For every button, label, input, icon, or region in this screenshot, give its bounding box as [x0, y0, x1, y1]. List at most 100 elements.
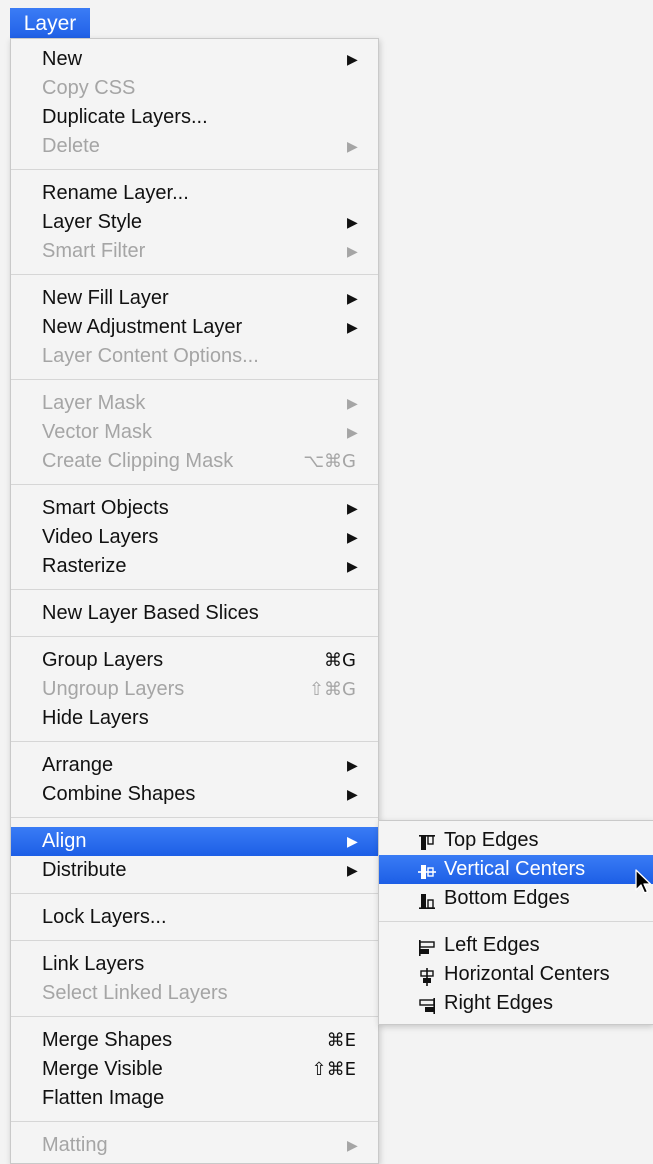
- menu-separator: [11, 817, 378, 818]
- menu-item-layer-mask: Layer Mask ▶: [11, 389, 378, 418]
- menu-item-label: Layer Content Options...: [42, 345, 259, 367]
- submenu-arrow-icon: ▶: [347, 558, 358, 574]
- menu-separator: [11, 893, 378, 894]
- menu-item-label: Merge Shapes: [42, 1029, 173, 1051]
- keyboard-shortcut: ⇧⌘E: [311, 1059, 356, 1080]
- keyboard-shortcut: ⌘E: [326, 1030, 356, 1051]
- menu-item-layer-style[interactable]: Layer Style ▶: [11, 208, 378, 237]
- align-vertical-centers-icon: [417, 861, 437, 879]
- menu-item-label: Select Linked Layers: [42, 982, 228, 1004]
- menu-item-label: Smart Filter: [42, 240, 146, 262]
- align-item-label: Right Edges: [444, 992, 553, 1014]
- menu-item-label: New: [42, 48, 83, 70]
- menu-separator: [11, 484, 378, 485]
- align-item-label: Bottom Edges: [444, 887, 570, 909]
- menu-item-smart-objects[interactable]: Smart Objects ▶: [11, 494, 378, 523]
- menu-item-new-fill-layer[interactable]: New Fill Layer ▶: [11, 284, 378, 313]
- menu-item-label: Lock Layers...: [42, 906, 167, 928]
- menu-item-combine-shapes[interactable]: Combine Shapes ▶: [11, 780, 378, 809]
- menu-item-label: Create Clipping Mask: [42, 450, 234, 472]
- menu-item-label: Copy CSS: [42, 77, 136, 99]
- menu-item-copy-css: Copy CSS: [11, 74, 378, 103]
- align-item-label: Top Edges: [444, 829, 539, 851]
- menu-item-rename-layer[interactable]: Rename Layer...: [11, 179, 378, 208]
- menu-item-arrange[interactable]: Arrange ▶: [11, 751, 378, 780]
- align-item-horizontal-centers[interactable]: Horizontal Centers: [379, 960, 653, 989]
- align-bottom-edges-icon: [417, 890, 437, 909]
- menu-item-matting: Matting ▶: [11, 1131, 378, 1160]
- submenu-arrow-icon: ▶: [347, 862, 358, 878]
- align-item-top-edges[interactable]: Top Edges: [379, 826, 653, 855]
- menu-item-label: Rename Layer...: [42, 182, 189, 204]
- align-horizontal-centers-icon: [417, 966, 437, 986]
- menu-item-label: Flatten Image: [42, 1087, 165, 1109]
- menu-item-label: New Adjustment Layer: [42, 316, 243, 338]
- menu-item-merge-shapes[interactable]: Merge Shapes ⌘E: [11, 1026, 378, 1055]
- menu-item-label: New Fill Layer: [42, 287, 169, 309]
- menu-item-video-layers[interactable]: Video Layers ▶: [11, 523, 378, 552]
- submenu-arrow-icon: ▶: [347, 138, 358, 154]
- menu-separator: [11, 169, 378, 170]
- menu-item-label: Delete: [42, 135, 100, 157]
- menu-item-vector-mask: Vector Mask ▶: [11, 418, 378, 447]
- submenu-arrow-icon: ▶: [347, 500, 358, 516]
- menu-item-lock-layers[interactable]: Lock Layers...: [11, 903, 378, 932]
- menu-item-link-layers[interactable]: Link Layers: [11, 950, 378, 979]
- menu-separator: [11, 636, 378, 637]
- align-item-label: Horizontal Centers: [444, 963, 610, 985]
- submenu-arrow-icon: ▶: [347, 757, 358, 773]
- menu-separator: [11, 274, 378, 275]
- align-item-bottom-edges[interactable]: Bottom Edges: [379, 884, 653, 913]
- menu-item-group-layers[interactable]: Group Layers ⌘G: [11, 646, 378, 675]
- submenu-arrow-icon: ▶: [347, 395, 358, 411]
- align-top-edges-icon: [417, 832, 437, 850]
- menu-separator: [11, 589, 378, 590]
- menu-item-new[interactable]: New ▶: [11, 45, 378, 74]
- menu-item-label: Distribute: [42, 859, 127, 881]
- menu-item-label: Hide Layers: [42, 707, 149, 729]
- menu-item-layer-content-options: Layer Content Options...: [11, 342, 378, 371]
- menu-item-merge-visible[interactable]: Merge Visible ⇧⌘E: [11, 1055, 378, 1084]
- align-item-label: Left Edges: [444, 934, 540, 956]
- menu-item-create-clipping-mask: Create Clipping Mask ⌥⌘G: [11, 447, 378, 476]
- align-item-right-edges[interactable]: Right Edges: [379, 989, 653, 1018]
- submenu-arrow-icon: ▶: [347, 214, 358, 230]
- menu-item-label: Arrange: [42, 754, 114, 776]
- menu-item-label: Merge Visible: [42, 1058, 163, 1080]
- menu-item-flatten-image[interactable]: Flatten Image: [11, 1084, 378, 1113]
- menu-item-label: Group Layers: [42, 649, 164, 671]
- menu-item-align[interactable]: Align ▶: [11, 827, 378, 856]
- menu-separator: [11, 1121, 378, 1122]
- menu-item-label: Link Layers: [42, 953, 145, 975]
- menu-item-new-adjustment-layer[interactable]: New Adjustment Layer ▶: [11, 313, 378, 342]
- menu-item-new-layer-based-slices[interactable]: New Layer Based Slices: [11, 599, 378, 628]
- menu-item-label: Combine Shapes: [42, 783, 196, 805]
- menu-item-label: Layer Style: [42, 211, 143, 233]
- align-item-left-edges[interactable]: Left Edges: [379, 931, 653, 960]
- submenu-separator: [379, 921, 653, 922]
- menu-item-label: Smart Objects: [42, 497, 169, 519]
- keyboard-shortcut: ⇧⌘G: [308, 679, 356, 700]
- align-item-label: Vertical Centers: [444, 858, 586, 880]
- menu-item-label: Vector Mask: [42, 421, 153, 443]
- submenu-arrow-icon: ▶: [347, 1137, 358, 1153]
- layer-menu: New ▶ Copy CSS Duplicate Layers... Delete ▶ Re…: [10, 38, 379, 1164]
- menu-item-hide-layers[interactable]: Hide Layers: [11, 704, 378, 733]
- align-left-edges-icon: [417, 937, 437, 956]
- submenu-arrow-icon: ▶: [347, 424, 358, 440]
- keyboard-shortcut: ⌘G: [324, 650, 356, 671]
- submenu-arrow-icon: ▶: [347, 833, 358, 849]
- menu-item-label: Video Layers: [42, 526, 159, 548]
- menu-item-duplicate-layers[interactable]: Duplicate Layers...: [11, 103, 378, 132]
- menu-item-distribute[interactable]: Distribute ▶: [11, 856, 378, 885]
- menu-separator: [11, 741, 378, 742]
- layer-menu-title[interactable]: Layer: [10, 8, 90, 40]
- align-right-edges-icon: [417, 995, 437, 1014]
- align-item-vertical-centers[interactable]: Vertical Centers: [379, 855, 653, 884]
- align-submenu: Top Edges Vertical Centers Bottom Edges Lef…: [378, 820, 653, 1025]
- menu-item-rasterize[interactable]: Rasterize ▶: [11, 552, 378, 581]
- menu-separator: [11, 940, 378, 941]
- menu-item-label: Ungroup Layers: [42, 678, 185, 700]
- menu-item-ungroup-layers: Ungroup Layers ⇧⌘G: [11, 675, 378, 704]
- menu-item-label: Layer Mask: [42, 392, 146, 414]
